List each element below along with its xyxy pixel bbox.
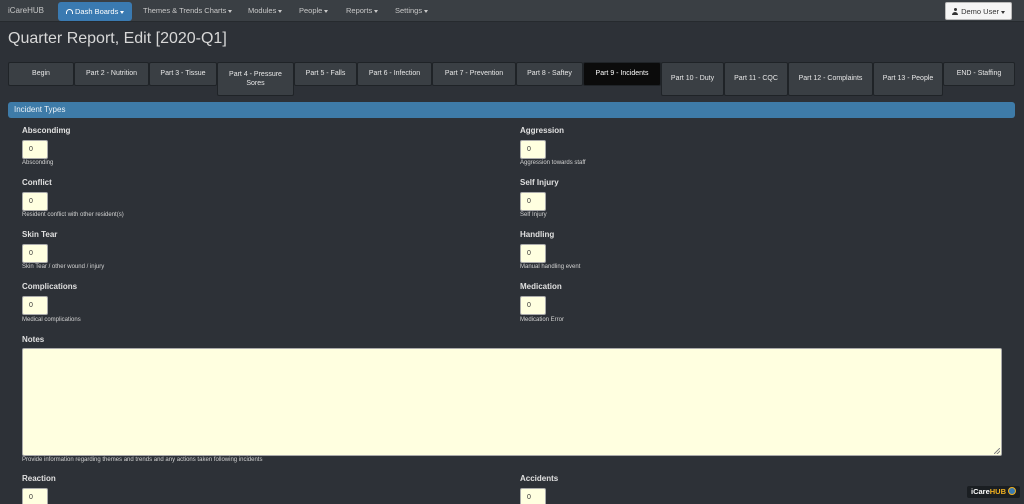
chevron-down-icon bbox=[278, 9, 283, 13]
tab-end-staffing[interactable]: END - Staffing bbox=[943, 62, 1015, 86]
medication-label: Medication bbox=[520, 282, 562, 291]
tab-part-3[interactable]: Part 3 - Tissue bbox=[149, 62, 217, 86]
dashboard-icon bbox=[66, 9, 73, 14]
absconding-label: Abscondimg bbox=[22, 126, 71, 135]
nav-themes-trends[interactable]: Themes & Trends Charts bbox=[135, 0, 240, 22]
nav-people[interactable]: People bbox=[291, 0, 336, 22]
complications-label: Complications bbox=[22, 282, 78, 291]
chevron-down-icon bbox=[374, 9, 379, 13]
handling-input[interactable]: 0 bbox=[520, 244, 546, 263]
accidents-label: Accidents bbox=[520, 474, 559, 483]
skin-tear-label: Skin Tear bbox=[22, 230, 58, 239]
absconding-help: Absconding bbox=[22, 160, 54, 166]
tab-part-2[interactable]: Part 2 - Nutrition bbox=[74, 62, 149, 86]
chevron-down-icon bbox=[324, 9, 329, 13]
nav-themes-trends-label: Themes & Trends Charts bbox=[143, 6, 227, 15]
conflict-label: Conflict bbox=[22, 178, 52, 187]
complications-input[interactable]: 0 bbox=[22, 296, 48, 315]
nav-reports[interactable]: Reports bbox=[338, 0, 386, 22]
page-title: Quarter Report, Edit [2020-Q1] bbox=[8, 30, 227, 47]
aggression-label: Aggression bbox=[520, 126, 565, 135]
self-injury-input[interactable]: 0 bbox=[520, 192, 546, 211]
absconding-input[interactable]: 0 bbox=[22, 140, 48, 159]
chevron-down-icon bbox=[228, 9, 233, 13]
conflict-input[interactable]: 0 bbox=[22, 192, 48, 211]
chevron-down-icon bbox=[1001, 10, 1005, 14]
tab-part-13[interactable]: Part 13 - People bbox=[873, 62, 943, 96]
self-injury-label: Self Injury bbox=[520, 178, 559, 187]
chevron-down-icon bbox=[120, 10, 125, 14]
tab-part-9[interactable]: Part 9 - Incidents bbox=[583, 62, 661, 86]
aggression-help: Aggression towards staff bbox=[520, 160, 586, 166]
complications-help: Medical complications bbox=[22, 317, 81, 323]
reaction-label: Reaction bbox=[22, 474, 56, 483]
nav-settings[interactable]: Settings bbox=[387, 0, 436, 22]
user-icon bbox=[952, 8, 959, 15]
aggression-input[interactable]: 0 bbox=[520, 140, 546, 159]
tab-part-8[interactable]: Part 8 - Saftey bbox=[516, 62, 583, 86]
nav-reports-label: Reports bbox=[346, 6, 373, 15]
tab-part-7[interactable]: Part 7 - Prevention bbox=[432, 62, 516, 86]
nav-modules-label: Modules bbox=[248, 6, 277, 15]
top-navbar: iCareHUB Dash Boards Themes & Trends Cha… bbox=[0, 0, 1024, 22]
tab-part-12[interactable]: Part 12 - Complaints bbox=[788, 62, 873, 96]
tab-part-5[interactable]: Part 5 - Falls bbox=[294, 62, 357, 86]
medication-help: Medication Error bbox=[520, 317, 565, 323]
nav-people-label: People bbox=[299, 6, 323, 15]
chevron-down-icon bbox=[424, 9, 429, 13]
logo-mark-icon bbox=[1008, 487, 1016, 495]
logo-text-icare: iCare bbox=[970, 487, 990, 496]
tab-part-4[interactable]: Part 4 - Pressure Sores bbox=[217, 62, 294, 96]
reaction-input[interactable]: 0 bbox=[22, 488, 48, 504]
user-name: Demo User bbox=[961, 7, 999, 16]
accidents-input[interactable]: 0 bbox=[520, 488, 546, 504]
notes-textarea[interactable] bbox=[22, 348, 1002, 456]
tab-part-10[interactable]: Part 10 - Duty bbox=[661, 62, 724, 96]
resize-handle-icon[interactable] bbox=[994, 448, 1000, 454]
medication-input[interactable]: 0 bbox=[520, 296, 546, 315]
icarehub-logo: iCareHUB bbox=[966, 486, 1020, 498]
notes-help: Provide information regarding themes and… bbox=[22, 457, 263, 463]
notes-label: Notes bbox=[22, 335, 45, 344]
tab-part-11[interactable]: Part 11 - CQC bbox=[724, 62, 788, 96]
handling-help: Manual handling event bbox=[520, 264, 581, 270]
skin-tear-help: Skin Tear / other wound / injury bbox=[22, 264, 105, 270]
nav-modules[interactable]: Modules bbox=[240, 0, 290, 22]
tab-begin[interactable]: Begin bbox=[8, 62, 74, 86]
user-menu-button[interactable]: Demo User bbox=[945, 2, 1012, 20]
handling-label: Handling bbox=[520, 230, 555, 239]
nav-settings-label: Settings bbox=[395, 6, 423, 15]
logo-text-hub: HUB bbox=[989, 487, 1006, 496]
panel-header-incident-types: Incident Types bbox=[8, 102, 1015, 118]
conflict-help: Resident conflict with other resident(s) bbox=[22, 212, 124, 218]
brand-link[interactable]: iCareHUB bbox=[8, 0, 44, 22]
tab-part-6[interactable]: Part 6 - Infection bbox=[357, 62, 432, 86]
nav-dash-boards[interactable]: Dash Boards bbox=[58, 2, 133, 21]
skin-tear-input[interactable]: 0 bbox=[22, 244, 48, 263]
nav-dash-boards-label: Dash Boards bbox=[75, 7, 119, 16]
self-injury-help: Self Injury bbox=[520, 212, 547, 218]
